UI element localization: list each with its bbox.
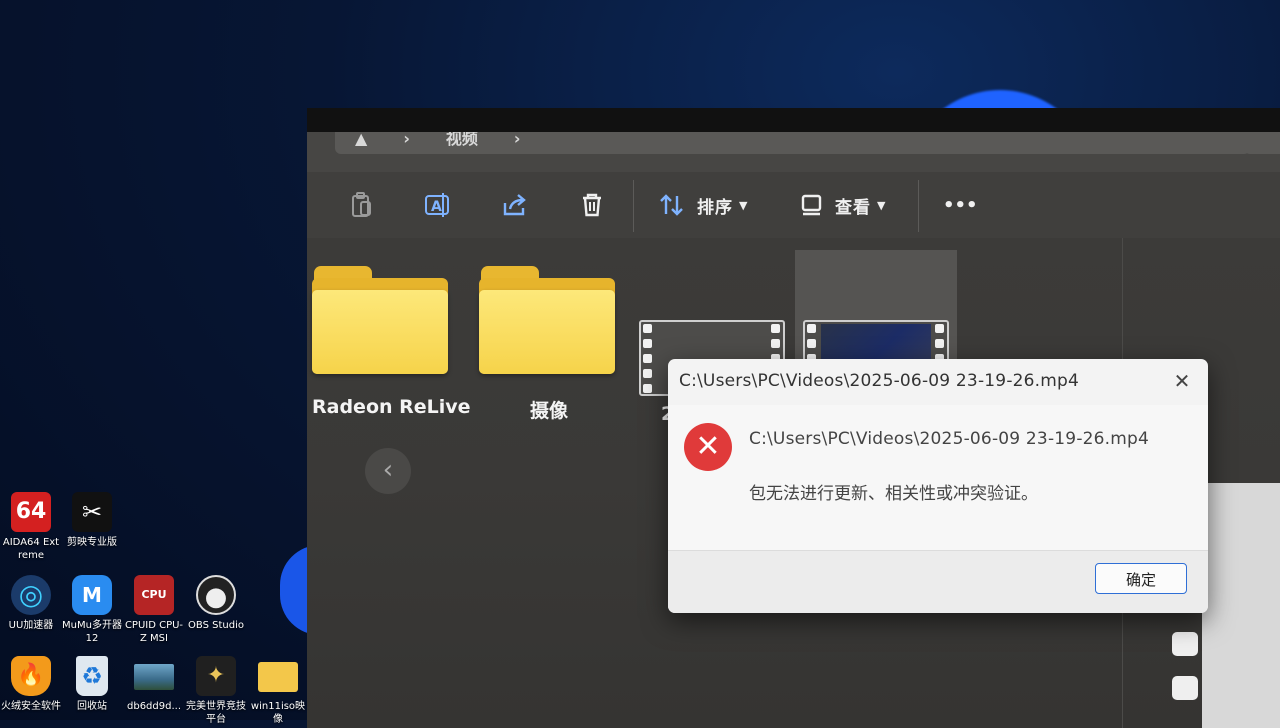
desktop-icon-huorong[interactable]: 🔥 火绒安全软件 <box>1 656 61 713</box>
desktop-icon-obs[interactable]: ● OBS Studio <box>186 575 246 632</box>
rename-icon: A <box>425 193 449 217</box>
folder-icon <box>258 662 298 692</box>
chevron-down-icon: ▼ <box>739 198 748 212</box>
view-icon <box>801 194 822 216</box>
desktop-icon-uu[interactable]: ◎ UU加速器 <box>1 575 61 632</box>
desktop-icon-label: 火绒安全软件 <box>1 701 61 712</box>
dialog-footer: 确定 <box>668 550 1208 613</box>
desktop-icon-label: 完美世界竞技平台 <box>186 701 246 725</box>
share-button[interactable] <box>500 188 530 222</box>
paste-button[interactable] <box>347 188 377 222</box>
more-options-icon: ••• <box>943 194 978 216</box>
pane-button[interactable] <box>1172 632 1198 656</box>
desktop-icon-label: AIDA64 Extreme <box>2 537 60 561</box>
clipboard-icon <box>352 192 371 217</box>
trash-icon <box>583 193 601 217</box>
desktop-icon-mumu[interactable]: M MuMu多开器12 <box>62 575 122 645</box>
pane-button[interactable] <box>1172 676 1198 700</box>
search-box[interactable] <box>1244 132 1280 154</box>
desktop-icon-label: win11iso映像 <box>250 701 306 725</box>
capcut-icon: ✂ <box>72 492 112 532</box>
desktop-icon-label: CPUID CPU-Z MSI <box>124 620 184 644</box>
view-label: 查看 <box>835 197 871 218</box>
perfect-world-icon: ✦ <box>196 656 236 696</box>
view-button[interactable]: 查看 ▼ <box>799 188 885 222</box>
chevron-left-icon[interactable]: ‹ <box>365 448 411 494</box>
chevron-down-icon: ▼ <box>877 198 886 212</box>
desktop-icon-label: UU加速器 <box>8 620 54 631</box>
error-icon: ✕ <box>684 423 732 471</box>
desktop-icon-perfect-world[interactable]: ✦ 完美世界竞技平台 <box>186 656 246 726</box>
folder-icon <box>479 266 615 374</box>
address-bar[interactable]: ▲ › 视频 › <box>335 132 1250 154</box>
toolbar-separator <box>633 180 634 232</box>
image-thumbnail-icon <box>134 664 174 690</box>
desktop-icon-label: OBS Studio <box>188 620 244 631</box>
cpuz-icon: CPU <box>134 575 174 615</box>
dialog-title: C:\Users\PC\Videos\2025-06-09 23-19-26.m… <box>679 371 1080 391</box>
desktop-icon-recycle-bin[interactable]: ♻ 回收站 <box>62 656 122 713</box>
more-options-button[interactable]: ••• <box>943 188 978 222</box>
desktop-icon-label: MuMu多开器12 <box>62 620 122 644</box>
address-home-icon: ▲ <box>355 132 368 148</box>
dialog-body: ✕ C:\Users\PC\Videos\2025-06-09 23-19-26… <box>668 405 1208 550</box>
address-row: ▲ › 视频 › <box>307 132 1280 172</box>
folder-icon <box>312 266 448 374</box>
share-icon <box>503 194 526 216</box>
dialog-message: 包无法进行更新、相关性或冲突验证。 <box>749 484 1038 504</box>
aida64-icon: 64 <box>11 492 51 532</box>
desktop-icon-capcut[interactable]: ✂ 剪映专业版 <box>62 492 122 549</box>
folder-name: Radeon ReLive <box>312 396 471 418</box>
desktop-icon-aida64[interactable]: 64 AIDA64 Extreme <box>1 492 61 562</box>
folder-camera[interactable]: 摄像 <box>479 266 619 423</box>
close-icon[interactable]: ✕ <box>1168 367 1196 395</box>
desktop-icon-cpuz[interactable]: CPU CPUID CPU-Z MSI <box>124 575 184 645</box>
uu-accelerator-icon: ◎ <box>11 575 51 615</box>
folder-radeon-relive[interactable]: Radeon ReLive <box>312 266 471 418</box>
dialog-file-path: C:\Users\PC\Videos\2025-06-09 23-19-26.m… <box>749 429 1150 449</box>
desktop-icon-label: db6dd9d... <box>127 701 181 712</box>
desktop-icon-label: 剪映专业版 <box>67 537 117 548</box>
address-crumb-videos[interactable]: 视频 <box>446 132 478 148</box>
address-separator: › <box>403 132 410 148</box>
mumu-icon: M <box>72 575 112 615</box>
error-dialog: C:\Users\PC\Videos\2025-06-09 23-19-26.m… <box>668 359 1208 613</box>
toolbar-separator <box>918 180 919 232</box>
desktop-icon-image-file[interactable]: db6dd9d... <box>124 656 184 713</box>
sort-icon <box>660 194 683 216</box>
preview-pane <box>1202 483 1280 728</box>
rename-button[interactable]: A <box>422 188 454 222</box>
delete-button[interactable] <box>577 188 607 222</box>
svg-text:A: A <box>431 199 442 215</box>
huorong-icon: 🔥 <box>11 656 51 696</box>
recycle-bin-icon: ♻ <box>76 656 108 696</box>
desktop-icon-win11iso[interactable]: win11iso映像 <box>248 656 308 726</box>
address-separator: › <box>513 132 521 148</box>
folder-name: 摄像 <box>529 400 568 422</box>
ok-button[interactable]: 确定 <box>1095 563 1187 594</box>
sort-label: 排序 <box>697 197 733 218</box>
command-bar: A 排序 ▼ 查看 ▼ ••• <box>307 172 1280 238</box>
obs-icon: ● <box>196 575 236 615</box>
desktop-icon-label: 回收站 <box>77 701 107 712</box>
sort-button[interactable]: 排序 ▼ <box>657 188 747 222</box>
title-bar <box>307 108 1280 132</box>
